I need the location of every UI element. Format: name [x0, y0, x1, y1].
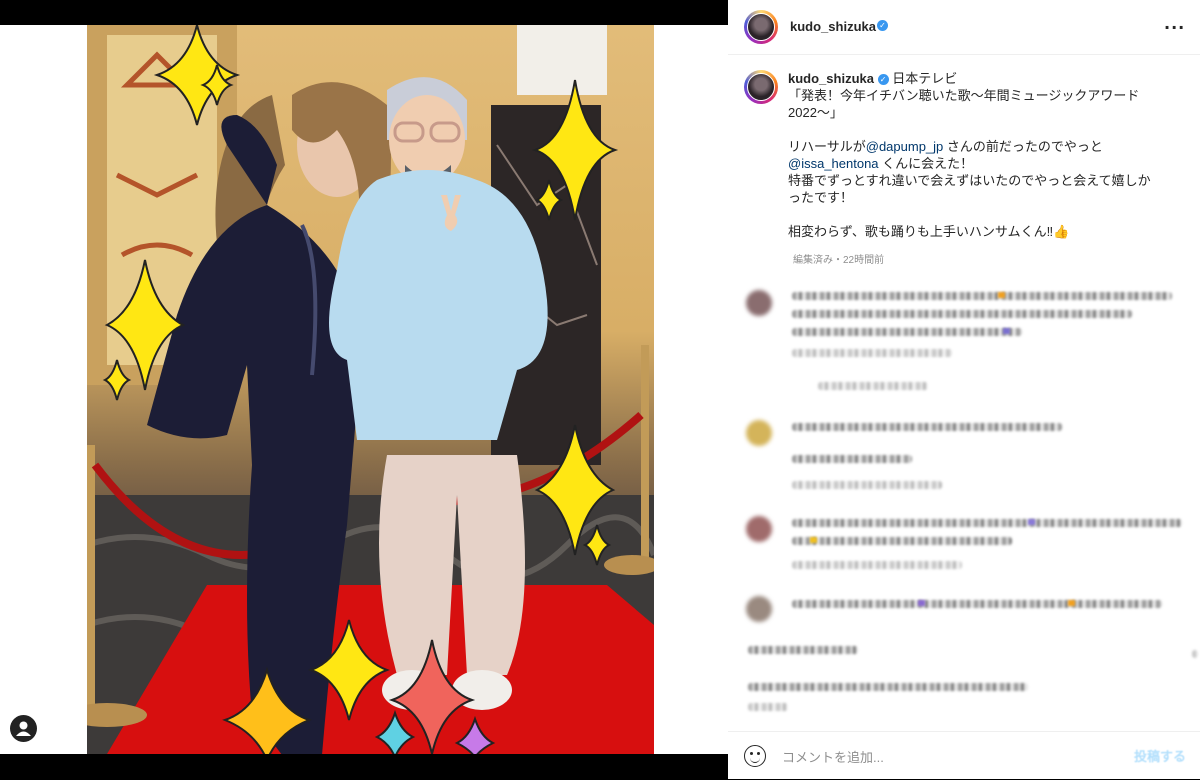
comment-text-blurred — [792, 328, 1022, 336]
comment-avatar[interactable] — [746, 596, 772, 622]
emoji-icon[interactable] — [744, 745, 766, 767]
post-comment-button[interactable]: 投稿する — [1134, 746, 1186, 765]
caption-body-line-1: 特番でずっとすれ違いで会えずはいたのでやっと会えて嬉しか — [788, 173, 1151, 188]
comment-avatar[interactable] — [746, 290, 772, 316]
view-replies-blurred[interactable] — [818, 382, 928, 390]
mention-dapump-link[interactable]: @dapump_jp — [866, 139, 944, 154]
comment-input[interactable] — [780, 746, 1104, 768]
comment-text-blurred — [792, 519, 1182, 527]
caption-title-line-1: 「発表！今年イチバン聴いた歌～年間ミュージックアワード — [788, 88, 1140, 103]
comment-text-blurred — [792, 310, 1132, 318]
edited-timestamp: 編集済み・22時間前 — [793, 255, 885, 266]
comment-text-blurred — [792, 423, 1062, 431]
post-media — [0, 0, 728, 779]
post-caption: kudo_shizuka ✓ 日本テレビ 「発表！今年イチバン聴いた歌～年間ミュ… — [788, 70, 1188, 240]
caption-title-line-2: 2022～」 — [788, 105, 843, 120]
comment-text-blurred — [748, 683, 1028, 691]
comment-avatar[interactable] — [746, 516, 772, 542]
post-header: kudo_shizuka ✓ ··· — [728, 0, 1200, 55]
caption-text: くんに会えた！ — [878, 156, 974, 171]
comment-text-blurred — [792, 292, 1172, 300]
author-avatar[interactable] — [744, 10, 778, 44]
more-options-icon[interactable]: ··· — [1164, 18, 1185, 37]
caption-text: さんの前だったのでやっと — [943, 139, 1103, 154]
caption-channel: 日本テレビ — [892, 71, 958, 86]
add-comment-bar: 投稿する — [728, 731, 1200, 780]
mention-issa-link[interactable]: @issa_hentona — [788, 156, 879, 171]
comment-text-blurred — [792, 455, 912, 463]
tagged-user-button[interactable] — [10, 715, 37, 742]
comment-meta-blurred — [792, 561, 962, 569]
comment-text-blurred — [792, 600, 1162, 608]
comment-avatar[interactable] — [746, 420, 772, 446]
photo-illustration — [87, 25, 654, 754]
post-sidebar: kudo_shizuka ✓ ··· kudo_shizuka ✓ 日本テレビ … — [728, 0, 1200, 779]
comment-meta-blurred — [748, 703, 788, 711]
media-top-letterbox — [0, 0, 728, 25]
comment-text-blurred — [792, 537, 1012, 545]
comment-text-blurred — [748, 646, 858, 654]
reply-like-blurred[interactable] — [1192, 650, 1198, 658]
media-bottom-letterbox — [0, 754, 728, 779]
post-photo[interactable] — [87, 25, 654, 754]
verified-badge-icon: ✓ — [877, 20, 888, 31]
caption-body-line-2: ったです！ — [788, 190, 854, 205]
wall-fixture — [517, 25, 607, 95]
caption-closing: 相変わらず、歌も踊りも上手いハンサムくん‼︎👍 — [788, 224, 1070, 239]
comment-meta-blurred — [792, 349, 952, 357]
caption-text: リハーサルが — [788, 139, 866, 154]
author-username[interactable]: kudo_shizuka — [790, 19, 876, 34]
comment-meta-blurred — [792, 481, 942, 489]
caption-username[interactable]: kudo_shizuka — [788, 71, 874, 86]
caption-verified-icon: ✓ — [877, 74, 889, 85]
caption-avatar[interactable] — [744, 70, 778, 104]
user-icon — [16, 721, 31, 736]
